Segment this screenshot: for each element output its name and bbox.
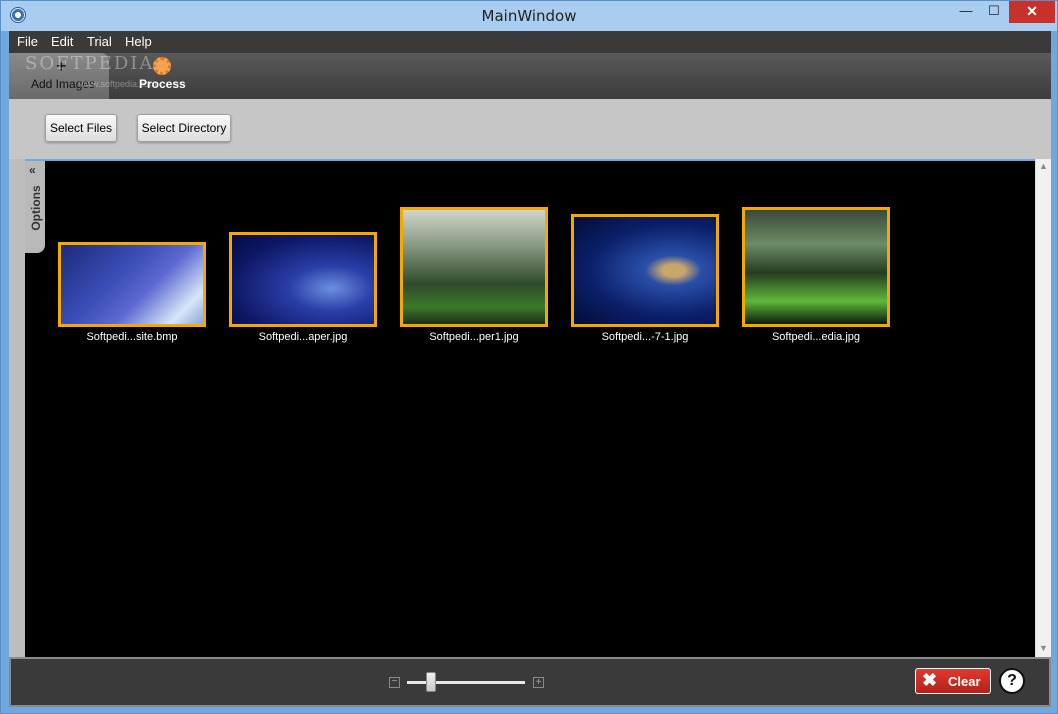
menu-bar: File Edit Trial Help xyxy=(9,31,1051,53)
left-panel-strip xyxy=(9,159,25,657)
image-filename: Softpedi...per1.jpg xyxy=(429,331,519,343)
gear-icon[interactable] xyxy=(153,57,171,75)
scroll-down-icon[interactable]: ▼ xyxy=(1039,643,1048,653)
image-filename: Softpedi...aper.jpg xyxy=(258,331,348,343)
zoom-in-icon[interactable]: + xyxy=(533,677,544,688)
scroll-up-icon[interactable]: ▲ xyxy=(1039,161,1048,171)
tab-strip: + Add Images SOFTPEDIA www.softpedia.com… xyxy=(9,53,1051,99)
image-thumbnail[interactable] xyxy=(400,207,548,327)
maximize-button[interactable]: ☐ xyxy=(977,1,1011,23)
menu-trial[interactable]: Trial xyxy=(87,34,112,49)
select-directory-button[interactable]: Select Directory xyxy=(137,114,231,142)
clear-label: Clear xyxy=(948,674,981,689)
clear-icon: ✖ xyxy=(922,670,938,690)
title-bar: MainWindow — ☐ ✕ xyxy=(1,1,1057,31)
image-thumbnail[interactable] xyxy=(571,214,719,327)
tab-process[interactable]: Process xyxy=(139,77,186,91)
zoom-slider-track[interactable] xyxy=(407,681,525,684)
image-filename: Softpedi...-7-1.jpg xyxy=(601,331,689,343)
image-filename: Softpedi...edia.jpg xyxy=(771,331,861,343)
options-panel-toggle[interactable]: « Options xyxy=(25,161,45,253)
menu-file[interactable]: File xyxy=(17,34,38,49)
select-files-button[interactable]: Select Files xyxy=(45,114,117,142)
help-button[interactable]: ? xyxy=(999,668,1025,694)
image-thumbnail[interactable] xyxy=(58,242,206,327)
image-thumbnail[interactable] xyxy=(742,207,890,327)
image-thumbnail[interactable] xyxy=(229,232,377,327)
menu-edit[interactable]: Edit xyxy=(51,34,73,49)
zoom-out-icon[interactable]: − xyxy=(389,677,400,688)
bottom-bar: − + ✖ Clear ? xyxy=(9,657,1051,707)
watermark-logo: SOFTPEDIA xyxy=(25,53,155,74)
vertical-scrollbar[interactable]: ▲ ▼ xyxy=(1035,159,1051,657)
zoom-slider-handle[interactable] xyxy=(426,672,436,692)
window-title: MainWindow xyxy=(481,7,577,25)
main-window: MainWindow — ☐ ✕ File Edit Trial Help + … xyxy=(0,0,1058,714)
chevron-left-icon: « xyxy=(29,163,36,177)
close-button[interactable]: ✕ xyxy=(1009,1,1055,23)
image-filename: Softpedi...site.bmp xyxy=(86,331,178,343)
clear-button[interactable]: ✖ Clear xyxy=(915,668,991,694)
menu-help[interactable]: Help xyxy=(125,34,152,49)
options-label: Options xyxy=(29,185,43,231)
toolbar: Select Files Select Directory xyxy=(9,99,1051,159)
